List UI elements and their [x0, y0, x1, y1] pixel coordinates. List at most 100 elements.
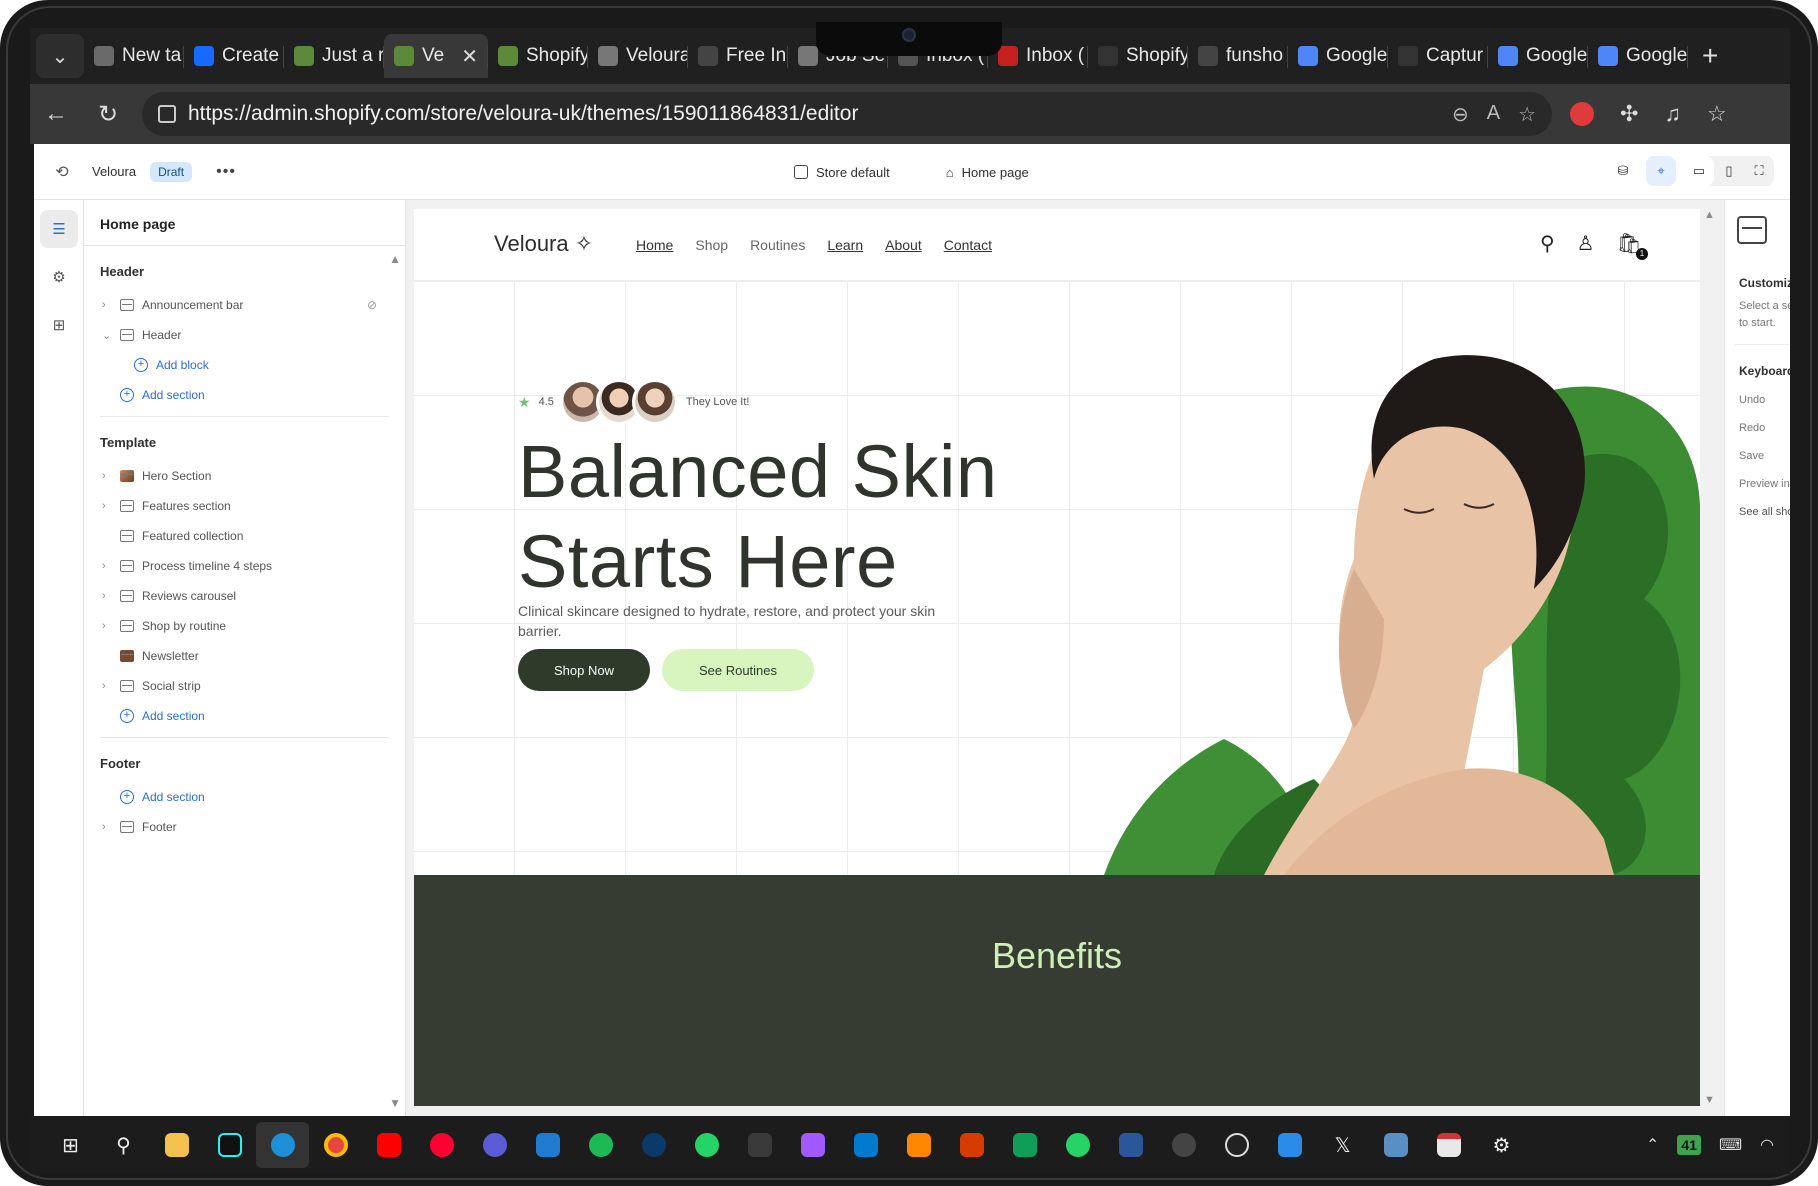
add-block-button[interactable]: + Add block [84, 350, 405, 380]
browser-tab[interactable]: Free In [688, 34, 788, 78]
whatsapp-business-icon[interactable] [1051, 1122, 1104, 1168]
apps-icon[interactable]: ⊞ [40, 306, 78, 344]
whatsapp-icon[interactable] [680, 1122, 733, 1168]
section-announcement-bar[interactable]: › Announcement bar ⊘ [84, 290, 405, 320]
extension-red-icon[interactable] [1570, 102, 1594, 126]
section-header[interactable]: ⌄ Header [84, 320, 405, 350]
edge-browser-icon[interactable] [256, 1122, 309, 1168]
screen-recorder-icon[interactable] [627, 1122, 680, 1168]
google-drive-icon[interactable] [998, 1122, 1051, 1168]
file-explorer-icon[interactable] [150, 1122, 203, 1168]
theme-setting-selector[interactable]: Store default [794, 165, 890, 180]
read-aloud-icon[interactable]: A [1487, 102, 1500, 127]
template-section-item[interactable]: › Features section [84, 491, 405, 521]
browser-tab[interactable]: Inbox ( [988, 34, 1088, 78]
browser-tab[interactable]: New ta [84, 34, 184, 78]
site-nav-link-learn[interactable]: Learn [827, 237, 863, 253]
calendar-icon[interactable] [1422, 1122, 1475, 1168]
youtube-icon[interactable] [362, 1122, 415, 1168]
browser-tab[interactable]: Google [1288, 34, 1388, 78]
terminal-icon[interactable] [733, 1122, 786, 1168]
browser-tab[interactable]: Ve ✕ [384, 34, 488, 78]
exit-editor-icon[interactable]: ⟲ [42, 162, 82, 182]
see-routines-button[interactable]: See Routines [662, 649, 814, 691]
template-section-item[interactable]: › Shop by routine [84, 611, 405, 641]
page-selector[interactable]: ⌂ Home page [946, 165, 1029, 180]
spotify-icon[interactable] [574, 1122, 627, 1168]
chatgpt-icon[interactable] [1157, 1122, 1210, 1168]
search-icon[interactable]: ⚲ [97, 1122, 150, 1168]
browser-tab[interactable]: funsho [1188, 34, 1288, 78]
settings-gear-icon[interactable]: ⚙ [40, 258, 78, 296]
site-nav-link-contact[interactable]: Contact [944, 237, 992, 253]
more-actions-icon[interactable]: ••• [216, 163, 236, 181]
youtube-music-icon[interactable] [415, 1122, 468, 1168]
browser-tab[interactable]: Shopify [1088, 34, 1188, 78]
new-tab-button[interactable]: + [1702, 40, 1718, 72]
tray-badge[interactable]: 41 [1677, 1135, 1701, 1155]
favorite-star-icon[interactable]: ☆ [1518, 102, 1536, 127]
vlc-icon[interactable] [892, 1122, 945, 1168]
word-icon[interactable] [1104, 1122, 1157, 1168]
x-twitter-icon[interactable]: 𝕏 [1316, 1122, 1369, 1168]
inspector-toggle-icon[interactable]: ⌖ [1646, 156, 1676, 186]
search-icon[interactable]: ⚲ [1540, 231, 1555, 256]
preview-scrollbar[interactable]: ▲ ▼ [1704, 209, 1716, 1106]
site-nav-link-about[interactable]: About [885, 237, 922, 253]
site-nav-link-home[interactable]: Home [636, 237, 673, 253]
zoom-icon[interactable]: ⊖ [1452, 102, 1469, 127]
wifi-icon[interactable]: ◠ [1760, 1135, 1774, 1155]
browser-tab[interactable]: Create [184, 34, 284, 78]
section-footer[interactable]: › Footer [84, 812, 405, 842]
copilot-icon[interactable] [468, 1122, 521, 1168]
todo-icon[interactable] [1263, 1122, 1316, 1168]
shop-now-button[interactable]: Shop Now [518, 649, 650, 691]
template-section-item[interactable]: › Process timeline 4 steps [84, 551, 405, 581]
browser-tab[interactable]: Google [1588, 34, 1688, 78]
scroll-up-icon[interactable]: ▲ [389, 252, 401, 266]
microsoft-365-icon[interactable] [945, 1122, 998, 1168]
template-section-item[interactable]: › Social strip [84, 671, 405, 701]
close-tab-icon[interactable]: ✕ [461, 44, 478, 69]
vscode-icon[interactable] [839, 1122, 892, 1168]
hidden-eye-icon[interactable]: ⊘ [367, 298, 377, 312]
settings-gear-icon[interactable]: ⚙ [1475, 1122, 1528, 1168]
site-nav-link-routines[interactable]: Routines [750, 237, 805, 253]
browser-tab[interactable]: Captur [1388, 34, 1488, 78]
url-field[interactable]: https://admin.shopify.com/store/veloura-… [142, 92, 1552, 136]
database-icon[interactable]: ⛁ [1608, 156, 1638, 186]
template-section-item[interactable]: › Hero Section [84, 461, 405, 491]
photos-icon[interactable] [1369, 1122, 1422, 1168]
scroll-down-icon[interactable]: ▼ [1704, 1094, 1715, 1106]
account-icon[interactable]: ♙ [1577, 231, 1595, 256]
fullscreen-view-icon[interactable]: ⛶ [1744, 156, 1774, 186]
scroll-down-icon[interactable]: ▼ [389, 1096, 401, 1110]
extensions-puzzle-icon[interactable]: ✣ [1620, 101, 1638, 127]
media-control-icon[interactable]: ♫ [1664, 101, 1681, 127]
reload-button[interactable]: ↻ [82, 100, 134, 129]
scroll-up-icon[interactable]: ▲ [1704, 209, 1715, 221]
sections-icon[interactable]: ☰ [40, 210, 78, 248]
browser-tab[interactable]: Shopify [488, 34, 588, 78]
remote-desktop-icon[interactable] [521, 1122, 574, 1168]
back-button[interactable]: ← [30, 100, 82, 128]
windows-start-icon[interactable]: ⊞ [44, 1122, 97, 1168]
add-section-header-button[interactable]: + Add section [84, 380, 405, 410]
mobile-view-icon[interactable]: ▯ [1714, 156, 1744, 186]
template-section-item[interactable]: Newsletter [84, 641, 405, 671]
browser-tab[interactable]: Google [1488, 34, 1588, 78]
add-section-footer-button[interactable]: + Add section [84, 782, 405, 812]
keyboard-icon[interactable]: ⌨ [1719, 1135, 1742, 1155]
site-info-icon[interactable] [158, 105, 176, 123]
figma-icon[interactable] [786, 1122, 839, 1168]
site-logo[interactable]: Veloura ✧ [494, 231, 593, 257]
chrome-icon[interactable] [309, 1122, 362, 1168]
tiktok-icon[interactable] [203, 1122, 256, 1168]
cart-icon[interactable]: 🛍 1 [1617, 231, 1648, 260]
desktop-view-icon[interactable]: ▭ [1684, 156, 1714, 186]
favorites-icon[interactable]: ☆ [1707, 101, 1727, 127]
template-section-item[interactable]: › Reviews carousel [84, 581, 405, 611]
browser-tab[interactable]: Veloura [588, 34, 688, 78]
site-nav-link-shop[interactable]: Shop [695, 237, 728, 253]
template-section-item[interactable]: Featured collection [84, 521, 405, 551]
